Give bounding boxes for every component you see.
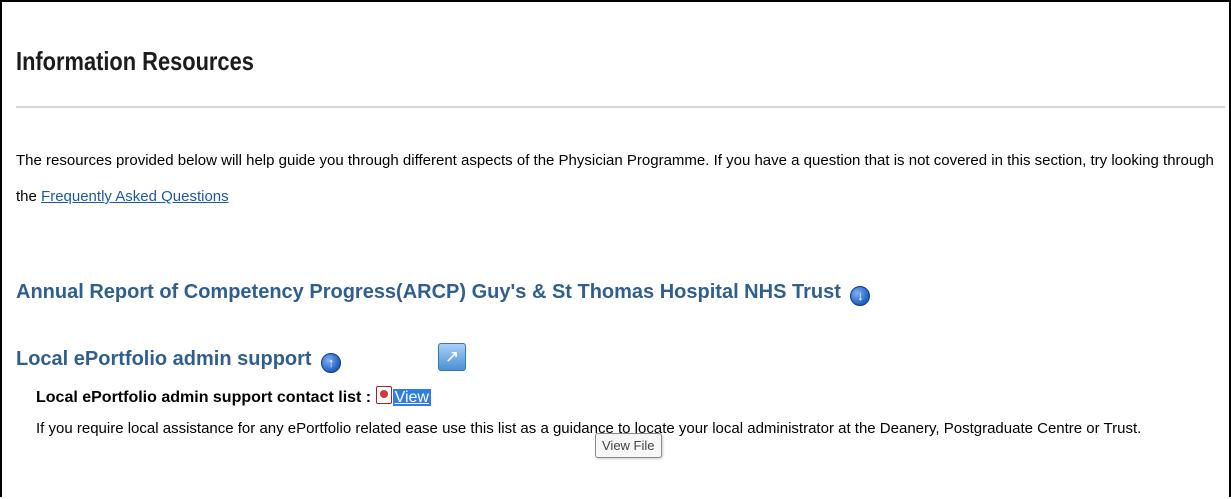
local-heading-text: Local ePortfolio admin support bbox=[16, 348, 312, 370]
arcp-heading-text: Annual Report of Competency Progress(ARC… bbox=[16, 281, 841, 303]
contact-list-label: Local ePortfolio admin support contact l… bbox=[36, 389, 362, 406]
description-text-1: If you require local assistance for any … bbox=[36, 420, 406, 437]
title-divider bbox=[16, 106, 1225, 108]
intro-paragraph: The resources provided below will help g… bbox=[16, 143, 1226, 215]
content-frame: Information Resources The resources prov… bbox=[0, 0, 1231, 497]
arcp-section-heading[interactable]: Annual Report of Competency Progress(ARC… bbox=[16, 281, 871, 306]
view-file-link[interactable]: View bbox=[392, 389, 431, 406]
pdf-file-icon[interactable] bbox=[375, 386, 392, 404]
down-arrow-circle-icon[interactable]: ↓ bbox=[850, 286, 871, 306]
description-text-2: ease use this list as a guidance to loca… bbox=[405, 420, 1142, 437]
up-arrow-circle-icon[interactable]: ↑ bbox=[321, 353, 342, 373]
view-file-tooltip: View File bbox=[595, 433, 662, 458]
label-separator: : bbox=[361, 389, 376, 406]
page-title: Information Resources bbox=[16, 46, 254, 76]
local-admin-section-heading[interactable]: Local ePortfolio admin support ↑ bbox=[16, 348, 342, 373]
faq-link[interactable]: Frequently Asked Questions bbox=[41, 188, 229, 205]
popout-icon[interactable]: ↗ bbox=[438, 343, 466, 371]
contact-list-row: Local ePortfolio admin support contact l… bbox=[36, 386, 431, 407]
